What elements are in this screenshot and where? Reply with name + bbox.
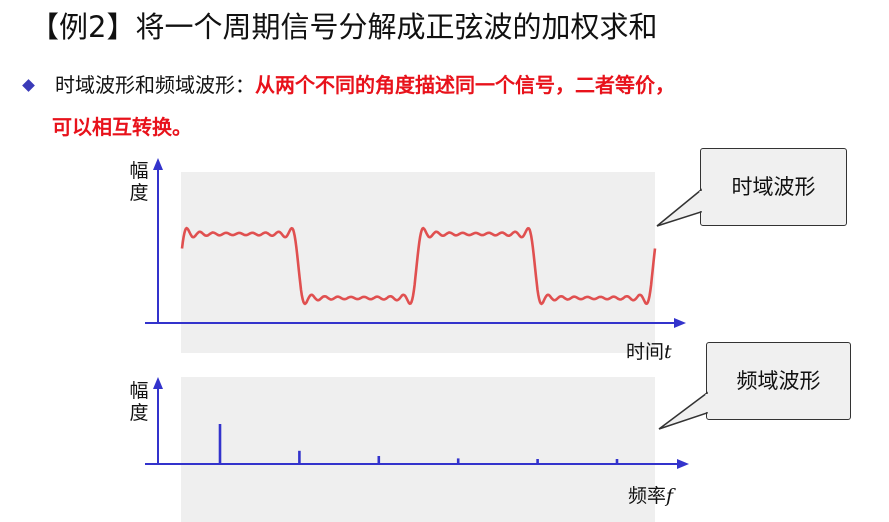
freq-y-axis-arrow-icon [153,377,163,389]
freq-x-axis-arrow-icon [677,459,689,469]
time-x-axis-arrow-icon [674,318,686,328]
freq-callout-pointer [658,391,708,430]
time-series-line [180,226,657,306]
time-y-axis-arrow-icon [153,158,163,170]
spectrum-bars [218,424,619,464]
charts-svg [145,158,709,469]
time-callout-pointer [656,188,702,227]
